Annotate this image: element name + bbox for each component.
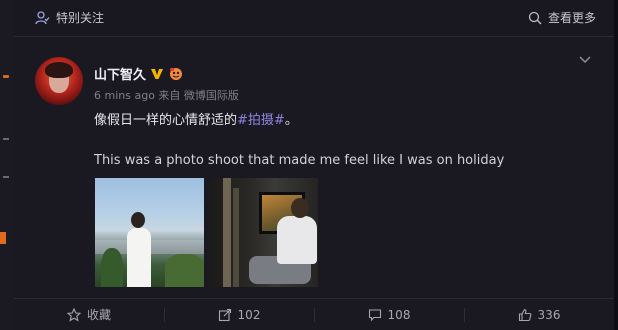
post-text-chinese: 像假日一样的心情舒适的#拍摄#。	[94, 109, 298, 128]
post-actions-bar: 收藏 102 108 336	[14, 299, 614, 330]
verified-badge-icon	[150, 67, 164, 81]
right-scrollbar[interactable]	[614, 0, 618, 330]
post-photo-2[interactable]	[209, 178, 318, 287]
post-source[interactable]: 微博国际版	[184, 89, 239, 102]
chevron-down-icon[interactable]	[578, 55, 592, 65]
comment-icon	[368, 308, 382, 322]
photo-person	[127, 212, 151, 287]
photo-person-body	[277, 216, 317, 264]
photo-railing	[223, 178, 231, 287]
photo-tree	[165, 254, 204, 287]
member-badge-icon	[168, 67, 184, 81]
sidebar-marker	[0, 232, 6, 244]
post-text-segment: 。	[284, 113, 298, 128]
avatar[interactable]	[35, 57, 83, 105]
post-author: 山下智久	[94, 64, 184, 83]
view-more-link[interactable]: 查看更多	[528, 9, 596, 26]
post-meta: 6 mins ago 来自 微博国际版	[94, 87, 239, 103]
repost-count: 102	[237, 307, 261, 322]
like-button[interactable]: 336	[464, 299, 614, 330]
special-follow-label: 特别关注	[56, 11, 105, 25]
post-text-english: This was a photo shoot that made me feel…	[94, 153, 505, 168]
sidebar-marker	[3, 176, 9, 178]
photo-railing	[233, 188, 239, 287]
post-text-segment: 像假日一样的心情舒适的	[94, 113, 238, 128]
user-follow-icon	[34, 10, 50, 26]
photo-person-body	[127, 228, 151, 287]
avatar-hair	[45, 62, 73, 78]
photo-person-head	[291, 198, 309, 218]
post-photo-1[interactable]	[95, 178, 204, 287]
view-more-label: 查看更多	[547, 11, 596, 25]
photo-tree	[101, 248, 123, 287]
username[interactable]: 山下智久	[94, 64, 146, 83]
photo-person-head	[131, 212, 145, 228]
like-count: 336	[537, 307, 561, 322]
left-sidebar-strip	[0, 0, 15, 330]
topic-tag-link[interactable]: #拍摄#	[237, 113, 285, 128]
favorite-button[interactable]: 收藏	[14, 299, 164, 330]
source-prefix: 来自	[158, 89, 181, 102]
comment-button[interactable]: 108	[314, 299, 464, 330]
favorite-label: 收藏	[86, 308, 111, 322]
sidebar-marker	[3, 138, 9, 140]
share-icon	[218, 308, 232, 322]
feed-header: 特别关注 查看更多	[14, 0, 614, 37]
repost-button[interactable]: 102	[164, 299, 314, 330]
special-follow-tab[interactable]: 特别关注	[34, 9, 104, 26]
comment-count: 108	[387, 307, 411, 322]
sidebar-marker	[3, 75, 9, 78]
star-icon	[66, 307, 81, 322]
thumbs-up-icon	[518, 308, 532, 322]
post-card: 山下智久 6 mins ago 来自 微博国际版 像假日一样的心情舒适的#拍摄#…	[14, 37, 614, 330]
post-time: 6 mins ago	[94, 89, 155, 102]
search-icon	[528, 11, 542, 25]
